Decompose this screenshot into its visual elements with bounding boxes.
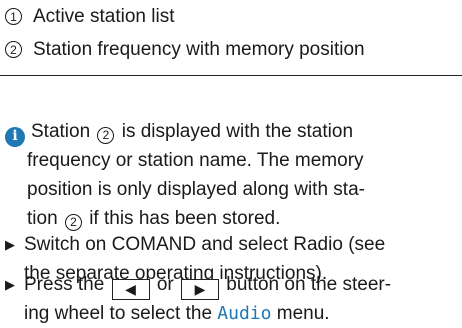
step-text: menu. [276, 303, 330, 324]
note-line: i Station 2 is displayed with the station [5, 117, 455, 147]
note-text: tion [27, 208, 58, 229]
step-text: Switch on COMAND and select Radio (see [24, 234, 386, 255]
legend-text: Active station list [33, 6, 175, 27]
step-arrow-icon: ▶ [5, 237, 15, 252]
step-text: or [156, 274, 174, 295]
callout-number: 2 [64, 213, 82, 231]
legend-text: Station frequency with memory position [33, 39, 365, 60]
callout-number: 1 [5, 8, 22, 25]
info-note: i Station 2 is displayed with the station… [5, 117, 455, 233]
note-line: frequency or station name. The memory [27, 150, 364, 171]
manual-page: 1 Active station list 2 Station frequenc… [0, 0, 462, 325]
note-text: Station [31, 121, 91, 142]
info-icon: i [5, 126, 25, 147]
instruction-step-2: ▶ Press the ◀ or ▶ button on the steer- i… [5, 270, 460, 328]
audio-menu-name: Audio [217, 303, 272, 324]
legend-item-1: 1 Active station list [5, 4, 175, 29]
left-arrow-key-icon: ◀ [111, 279, 150, 300]
step-text: button on the steer- [226, 274, 392, 295]
step-arrow-icon: ▶ [5, 277, 15, 292]
step-line: ing wheel to select the Audio menu. [5, 299, 460, 328]
section-divider [0, 75, 462, 76]
legend-item-2: 2 Station frequency with memory position [5, 37, 365, 62]
callout-number: 2 [5, 41, 22, 58]
note-text: if this has been stored. [89, 208, 281, 229]
callout-number: 2 [97, 126, 115, 144]
step-line: ▶ Switch on COMAND and select Radio (see [5, 230, 460, 259]
right-arrow-key-icon: ▶ [181, 279, 220, 300]
note-text: is displayed with the station [121, 121, 354, 142]
step-text: Press the [24, 274, 105, 295]
note-line: position is only displayed along with st… [27, 179, 365, 200]
step-text: ing wheel to select the [24, 303, 213, 324]
step-line: ▶ Press the ◀ or ▶ button on the steer- [5, 270, 460, 300]
note-line: tion 2 if this has been stored. [5, 204, 455, 233]
